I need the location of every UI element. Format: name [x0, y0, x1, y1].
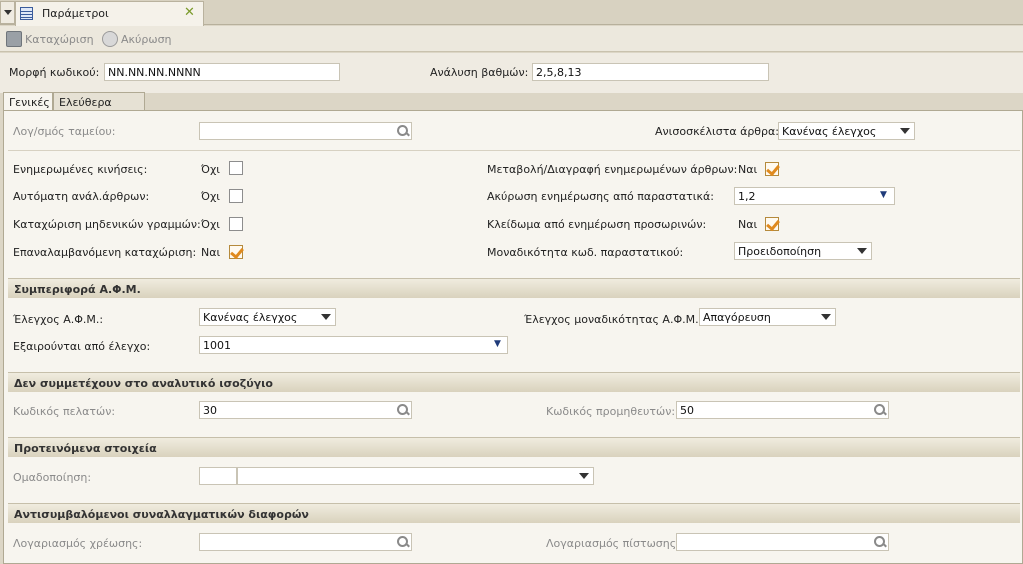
fx-section-header: Αντισυμβαλόμενοι συναλλαγματικών διαφορώ…	[8, 503, 1020, 523]
afm-section-header: Συμπεριφορά Α.Φ.Μ.	[8, 278, 1020, 298]
search-icon[interactable]	[397, 125, 409, 137]
spinner-icon[interactable]: ▼	[494, 339, 501, 349]
cancel-update-label: Ακύρωση ενημέρωσης από παραστατικά:	[487, 190, 714, 203]
afm-check-label: Έλεγχος Α.Φ.Μ.:	[13, 313, 104, 326]
repeat-entry-value: Ναι	[201, 246, 221, 259]
auto-analysis-checkbox[interactable]	[229, 189, 243, 203]
suggested-section-header: Προτεινόμενα στοιχεία	[8, 437, 1020, 457]
cash-account-label: Λογ/σμός ταμείου:	[13, 125, 116, 138]
tab-title: Παράμετροι	[42, 7, 109, 20]
code-format-label: Μορφή κωδικού:	[9, 66, 100, 79]
afm-excluded-field[interactable]: 1001	[199, 336, 508, 354]
trial-balance-section-header: Δεν συμμετέχουν στο αναλυτικό ισοζύγιο	[8, 372, 1020, 392]
updated-moves-value: Όχι	[201, 163, 221, 176]
modify-delete-label: Μεταβολή/Διαγραφή ενημερωμένων άρθρων:	[487, 163, 738, 176]
chevron-down-icon[interactable]	[900, 128, 910, 134]
grade-analysis-field[interactable]: 2,5,8,13	[532, 63, 769, 81]
tab-free-fields[interactable]: Ελεύθερα πεδία	[53, 92, 145, 122]
debit-account-label: Λογαριασμός χρέωσης:	[13, 537, 143, 550]
zero-lines-checkbox[interactable]	[229, 217, 243, 231]
lock-temp-value: Ναι	[738, 218, 758, 231]
search-icon[interactable]	[397, 536, 409, 548]
chevron-down-icon[interactable]	[579, 473, 589, 479]
afm-excluded-label: Εξαιρούνται από έλεγχο:	[13, 340, 151, 353]
suppliers-code-label: Κωδικός προμηθευτών:	[546, 405, 676, 418]
tab-parameters[interactable]: Παράμετροι ✕	[15, 1, 204, 26]
cancel-icon	[102, 31, 118, 47]
grade-analysis-label: Ανάλυση βαθμών:	[430, 66, 529, 79]
search-icon[interactable]	[874, 536, 886, 548]
lock-temp-checkbox[interactable]	[765, 217, 779, 231]
table-icon	[20, 7, 33, 20]
updated-moves-label: Ενημερωμένες κινήσεις:	[13, 163, 148, 176]
uniqueness-select[interactable]: Προειδοποίηση	[734, 242, 872, 260]
unbalanced-label: Ανισοσκέλιστα άρθρα:	[655, 125, 779, 138]
chevron-down-icon[interactable]	[321, 314, 331, 320]
zero-lines-value: Όχι	[201, 218, 221, 231]
tab-menu-button[interactable]	[0, 1, 15, 24]
divider	[8, 150, 1020, 151]
afm-unique-select[interactable]: Απαγόρευση	[699, 308, 836, 326]
credit-account-field[interactable]	[676, 533, 889, 551]
search-icon[interactable]	[397, 404, 409, 416]
spinner-icon[interactable]: ▼	[880, 190, 887, 200]
chevron-down-icon[interactable]	[857, 248, 867, 254]
modify-delete-checkbox[interactable]	[765, 162, 779, 176]
auto-analysis-value: Όχι	[201, 190, 221, 203]
updated-moves-checkbox[interactable]	[229, 161, 243, 175]
afm-check-select[interactable]: Κανένας έλεγχος	[199, 308, 336, 326]
tab-general[interactable]: Γενικές	[3, 92, 53, 111]
grouping-label: Ομαδοποίηση:	[13, 471, 92, 484]
auto-analysis-label: Αυτόματη ανάλ.άρθρων:	[13, 190, 150, 203]
toolbar: Καταχώριση Ακύρωση	[0, 26, 1023, 52]
chevron-down-icon	[3, 10, 12, 15]
close-icon[interactable]: ✕	[184, 5, 195, 20]
lock-temp-label: Κλείδωμα από ενημέρωση προσωρινών:	[487, 218, 707, 231]
credit-account-label: Λογαριασμός πίστωσης:	[546, 537, 680, 550]
code-format-field[interactable]: NN.NN.NN.NNNN	[104, 63, 340, 81]
repeat-entry-checkbox[interactable]	[229, 245, 243, 259]
customers-code-field[interactable]: 30	[199, 401, 412, 419]
customers-code-label: Κωδικός πελατών:	[13, 405, 116, 418]
save-icon	[6, 31, 22, 47]
grouping-select[interactable]	[237, 467, 594, 485]
general-panel	[3, 110, 1023, 564]
suppliers-code-field[interactable]: 50	[676, 401, 889, 419]
modify-delete-value: Ναι	[738, 163, 758, 176]
cancel-update-field[interactable]: 1,2	[734, 187, 895, 205]
zero-lines-label: Καταχώριση μηδενικών γραμμών:	[13, 218, 201, 231]
chevron-down-icon[interactable]	[821, 314, 831, 320]
debit-account-field[interactable]	[199, 533, 412, 551]
save-button-label: Καταχώριση	[25, 32, 94, 46]
repeat-entry-label: Επαναλαμβανόμενη καταχώριση:	[13, 246, 197, 259]
cash-account-field[interactable]	[199, 122, 412, 140]
cancel-button-label: Ακύρωση	[121, 32, 172, 46]
save-button[interactable]: Καταχώριση	[6, 30, 94, 48]
uniqueness-label: Μοναδικότητα κωδ. παραστατικού:	[487, 246, 684, 259]
search-icon[interactable]	[874, 404, 886, 416]
grouping-code-field[interactable]	[199, 467, 237, 485]
cancel-button[interactable]: Ακύρωση	[102, 30, 172, 48]
afm-unique-label: Έλεγχος μοναδικότητας Α.Φ.Μ.:	[524, 313, 703, 326]
unbalanced-select[interactable]: Κανένας έλεγχος	[778, 122, 915, 140]
